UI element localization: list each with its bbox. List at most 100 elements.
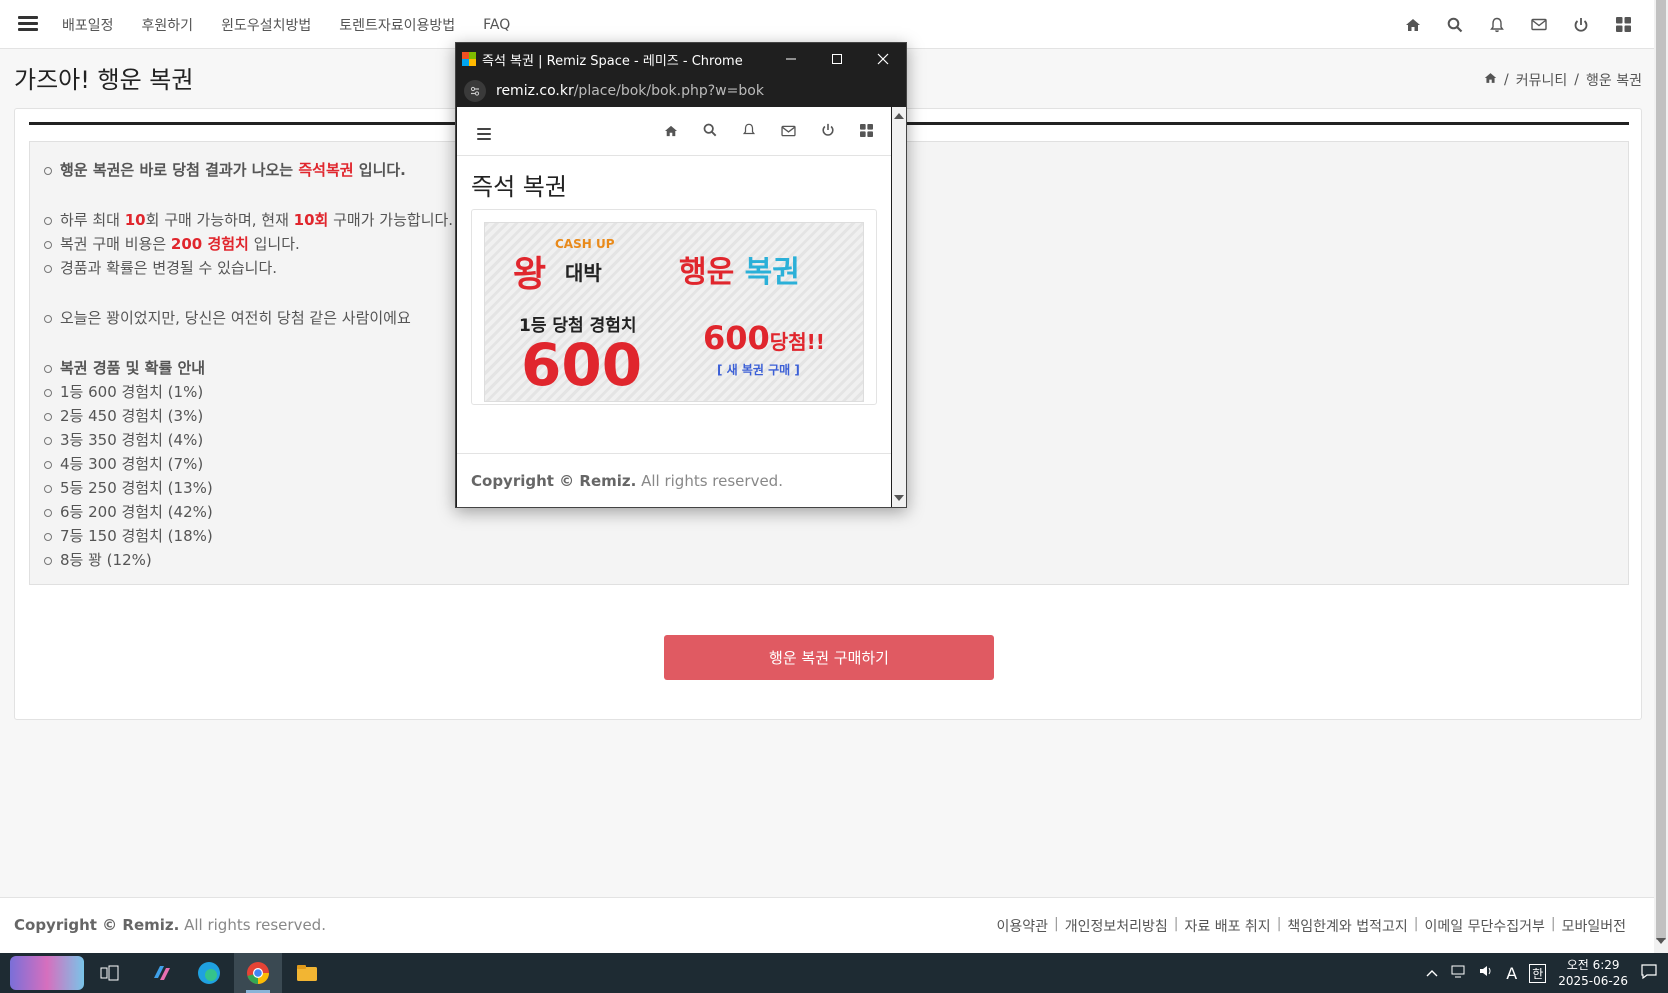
search-icon[interactable] [1446,16,1464,34]
ticket-brand-sub: 대박 [565,261,602,285]
nav-link-torrent-guide[interactable]: 토렌트자료이용방법 [339,15,455,35]
ticket-brand: 왕 [513,253,547,295]
popup-window-title: 즉석 복권 | Remiz Space - 레미즈 - Chrome [482,53,743,69]
window-controls [768,43,906,75]
popup-navbar [457,107,891,156]
nav-icons [1404,0,1632,49]
first-prize-value: 600 [521,331,643,399]
breadcrumb-home-icon[interactable] [1484,72,1497,88]
mail-icon[interactable] [781,122,796,141]
prize-item: 2등 450 경험치 (3%) [44,404,453,428]
site-settings-icon[interactable] [464,80,486,102]
system-tray: A 한 오전 6:29 2025-06-26 [1426,953,1668,993]
nav-link-schedule[interactable]: 배포일정 [62,15,114,35]
bell-icon[interactable] [742,122,756,141]
page-title: 가즈아! 행운 복권 [14,66,194,94]
copilot-icon[interactable] [148,960,174,986]
popup-copyright: Copyright © Remiz. All rights reserved. [471,472,783,490]
grid-icon[interactable] [860,122,873,141]
footer-links: 이용약관 | 개인정보처리방침 | 자료 배포 취지 | 책임한계와 법적고지 | 이메… [996,916,1626,936]
footer-link-privacy[interactable]: 개인정보처리방침 [1065,916,1168,936]
popup-scrollbar[interactable] [892,107,906,507]
start-button-icon[interactable] [10,956,84,990]
file-explorer-icon[interactable] [294,960,320,986]
popup-footer: Copyright © Remiz. All rights reserved. [457,453,891,507]
prize-item: 3등 350 경험치 (4%) [44,428,453,452]
footer-link-distribution[interactable]: 자료 배포 취지 [1185,916,1271,936]
lottery-ticket-card: 왕 CASH UP 대박 행운 복권 1등 당첨 경험치 600 600당첨!!… [471,209,877,405]
list-item: 복권 구매 비용은 200 경험치 입니다. [44,232,453,256]
bell-icon[interactable] [1488,16,1506,34]
maximize-icon[interactable] [814,43,860,75]
breadcrumb: / 커뮤니티 / 행운 복권 [1484,70,1642,90]
list-item: 행운 복권은 바로 당첨 결과가 나오는 즉석복권 입니다. [44,158,453,182]
minimize-icon[interactable] [768,43,814,75]
hamburger-icon[interactable] [18,14,38,34]
nav-links: 배포일정 후원하기 윈도우설치방법 토렌트자료이용방법 FAQ [62,0,510,49]
task-view-icon[interactable] [96,960,122,986]
volume-icon[interactable] [1478,964,1494,982]
scroll-up-arrow-icon[interactable] [894,113,904,119]
mail-icon[interactable] [1530,16,1548,34]
list-item: 오늘은 꽝이었지만, 당신은 여전히 당첨 같은 사람이에요 [44,306,453,330]
windows-taskbar: A 한 오전 6:29 2025-06-26 [0,953,1668,993]
ime-mode[interactable]: A [1506,964,1517,983]
prize-header: 복권 경품 및 확률 안내 [44,356,453,380]
home-icon[interactable] [1404,16,1422,34]
new-ticket-link[interactable]: [ 새 복권 구매 ] [717,361,800,378]
popup-viewport: 즉석 복권 왕 CASH UP 대박 행운 복권 1등 당첨 경험치 600 6… [457,107,891,507]
scroll-down-arrow-icon[interactable] [1656,938,1666,944]
page-footer: Copyright © Remiz. All rights reserved. … [0,897,1654,953]
chrome-browser-icon[interactable] [245,960,271,986]
power-icon[interactable] [821,122,835,141]
chrome-popup-window: 즉석 복권 | Remiz Space - 레미즈 - Chrome remiz… [455,42,907,508]
nav-link-faq[interactable]: FAQ [483,17,510,33]
grid-icon[interactable] [1614,16,1632,34]
tray-chevron-up-icon[interactable] [1426,966,1438,981]
edge-browser-icon[interactable] [196,960,222,986]
ticket-brand-small: CASH UP [555,237,615,251]
power-icon[interactable] [1572,16,1590,34]
popup-page-title: 즉석 복권 [471,173,567,201]
popup-nav-icons [664,107,873,156]
footer-link-legal[interactable]: 책임한계와 법적고지 [1287,916,1407,936]
prize-item: 1등 600 경험치 (1%) [44,380,453,404]
page-scrollbar[interactable] [1654,0,1668,953]
footer-link-email-policy[interactable]: 이메일 무단수집거부 [1425,916,1545,936]
url-domain: remiz.co.kr [496,83,574,99]
prize-item: 4등 300 경험치 (7%) [44,452,453,476]
scroll-down-arrow-icon[interactable] [894,495,904,501]
windows-logo-icon [462,52,476,66]
scrollbar-thumb[interactable] [1656,0,1666,940]
breadcrumb-community[interactable]: 커뮤니티 [1516,70,1568,90]
breadcrumb-current: 행운 복권 [1586,73,1642,89]
scratch-ticket: 왕 CASH UP 대박 행운 복권 1등 당첨 경험치 600 600당첨!!… [484,222,864,402]
ticket-result: 600당첨!! [703,319,825,357]
nav-link-donate[interactable]: 후원하기 [142,15,194,35]
home-icon[interactable] [664,122,678,141]
prize-item: 7등 150 경험치 (18%) [44,524,453,548]
copyright: Copyright © Remiz. All rights reserved. [14,916,326,934]
close-icon[interactable] [860,43,906,75]
breadcrumb-sep: / [1574,72,1580,88]
footer-link-terms[interactable]: 이용약관 [996,916,1048,936]
prize-item: 8등 꽝 (12%) [44,548,453,572]
search-icon[interactable] [703,122,717,141]
ticket-headline: 행운 복권 [679,255,800,290]
notification-icon[interactable] [1640,963,1658,983]
prize-item: 5등 250 경험치 (13%) [44,476,453,500]
list-item: 경품과 확률은 변경될 수 있습니다. [44,256,453,280]
buy-lottery-button[interactable]: 행운 복권 구매하기 [664,635,994,680]
list-item: 하루 최대 10회 구매 가능하며, 현재 10회 구매가 가능합니다. [44,208,453,232]
hamburger-icon[interactable] [477,126,491,143]
taskbar-clock[interactable]: 오전 6:29 2025-06-26 [1558,957,1628,989]
breadcrumb-sep: / [1504,72,1509,88]
nav-link-windows-install[interactable]: 윈도우설치방법 [221,15,311,35]
address-bar[interactable]: remiz.co.kr/place/bok/bok.php?w=bok [456,75,908,107]
url-path: /place/bok/bok.php?w=bok [573,83,764,99]
ime-hangul[interactable]: 한 [1529,963,1547,983]
prize-item: 6등 200 경험치 (42%) [44,500,453,524]
info-list: 행운 복권은 바로 당첨 결과가 나오는 즉석복권 입니다. 하루 최대 10회… [44,158,453,572]
network-icon[interactable] [1450,964,1466,982]
footer-link-mobile[interactable]: 모바일버전 [1562,916,1626,936]
